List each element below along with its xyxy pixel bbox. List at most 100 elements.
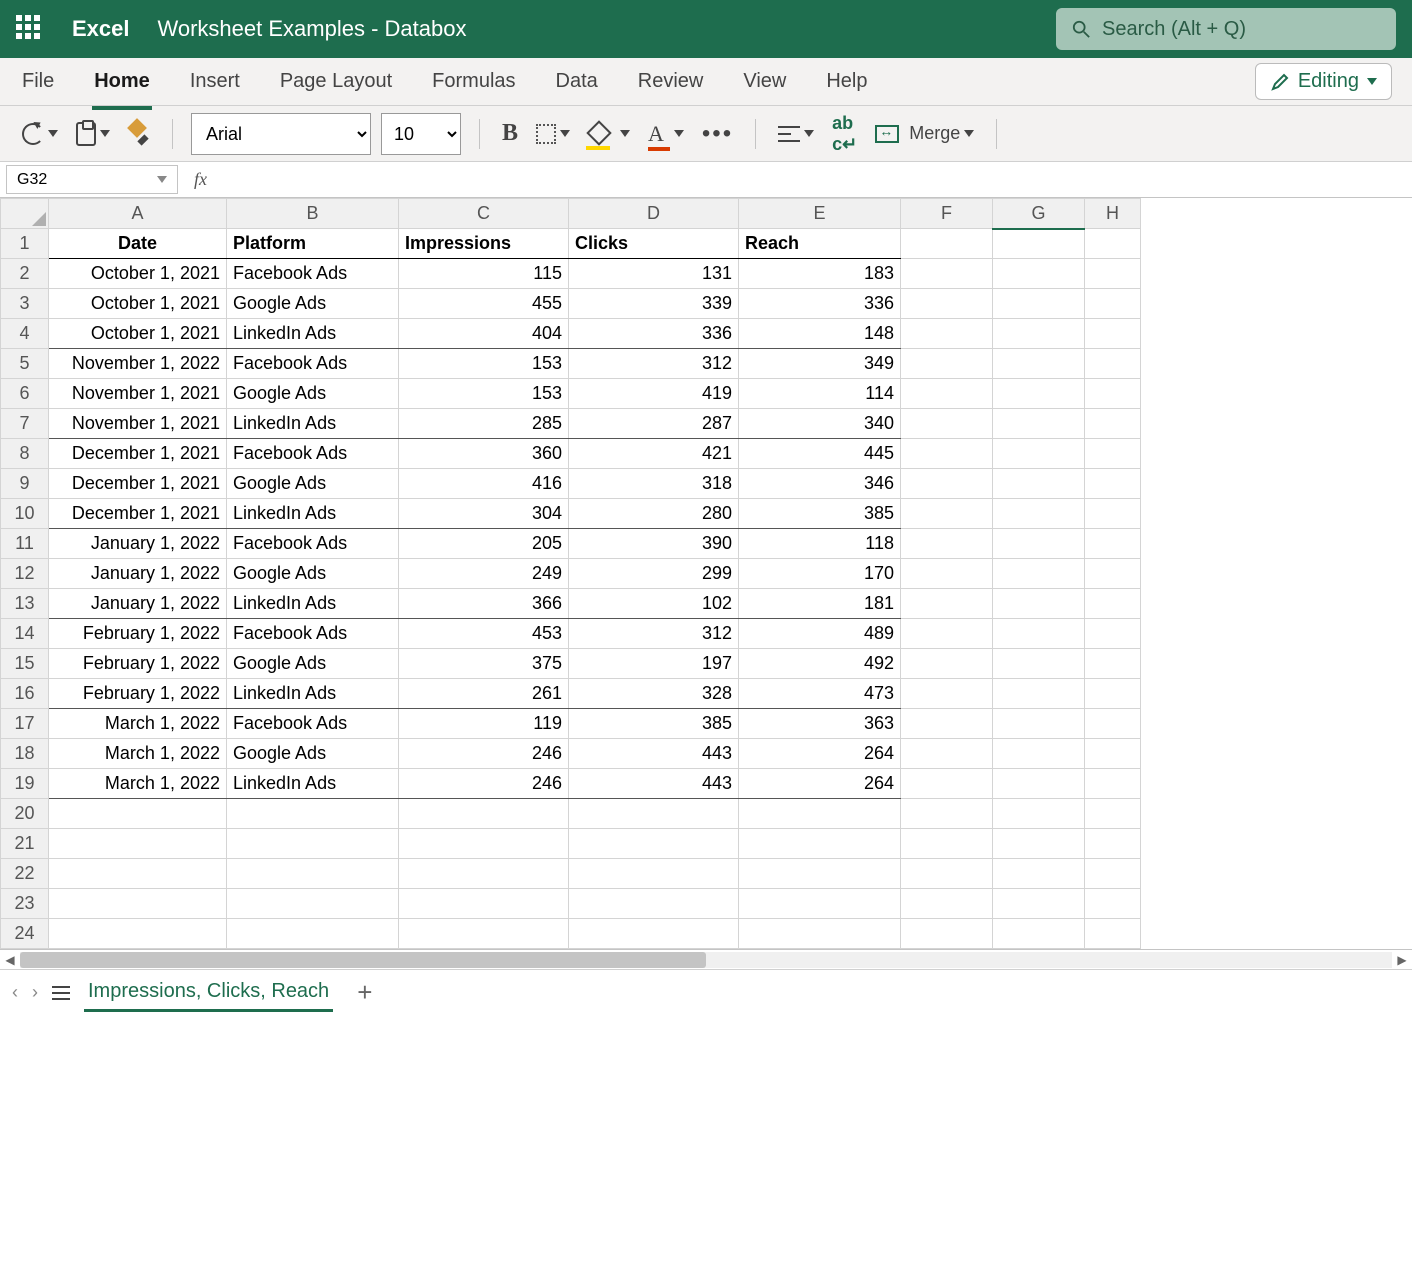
cell-empty[interactable]: [993, 769, 1085, 799]
search-box[interactable]: [1056, 8, 1396, 50]
cell[interactable]: 421: [569, 439, 739, 469]
tab-formulas[interactable]: Formulas: [430, 62, 517, 101]
cell[interactable]: 115: [399, 259, 569, 289]
cell[interactable]: December 1, 2021: [49, 469, 227, 499]
cell[interactable]: 419: [569, 379, 739, 409]
cell-empty[interactable]: [993, 259, 1085, 289]
cell-empty[interactable]: [993, 289, 1085, 319]
cell-empty[interactable]: [901, 529, 993, 559]
cell-empty[interactable]: [1085, 919, 1141, 949]
cell[interactable]: October 1, 2021: [49, 259, 227, 289]
cell-empty[interactable]: [901, 829, 993, 859]
cell[interactable]: March 1, 2022: [49, 739, 227, 769]
cell-empty[interactable]: [901, 619, 993, 649]
cell-empty[interactable]: [227, 829, 399, 859]
cell-empty[interactable]: [993, 319, 1085, 349]
cell[interactable]: January 1, 2022: [49, 559, 227, 589]
col-header-F[interactable]: F: [901, 199, 993, 229]
col-header-G[interactable]: G: [993, 199, 1085, 229]
cell-empty[interactable]: [1085, 559, 1141, 589]
cell-empty[interactable]: [993, 559, 1085, 589]
cell[interactable]: 285: [399, 409, 569, 439]
cell-empty[interactable]: [1085, 289, 1141, 319]
tab-review[interactable]: Review: [636, 62, 706, 101]
cell[interactable]: 181: [739, 589, 901, 619]
row-header[interactable]: 22: [1, 859, 49, 889]
cell-empty[interactable]: [993, 829, 1085, 859]
cell-empty[interactable]: [993, 229, 1085, 259]
cell-empty[interactable]: [1085, 709, 1141, 739]
cell[interactable]: Facebook Ads: [227, 619, 399, 649]
cell[interactable]: 363: [739, 709, 901, 739]
row-header[interactable]: 24: [1, 919, 49, 949]
cell[interactable]: 114: [739, 379, 901, 409]
cell[interactable]: 264: [739, 769, 901, 799]
cell[interactable]: 349: [739, 349, 901, 379]
cell-empty[interactable]: [569, 859, 739, 889]
scroll-left-arrow[interactable]: ◀: [0, 953, 20, 967]
col-header-H[interactable]: H: [1085, 199, 1141, 229]
cell[interactable]: Google Ads: [227, 739, 399, 769]
row-header[interactable]: 23: [1, 889, 49, 919]
cell-empty[interactable]: [227, 859, 399, 889]
cell[interactable]: 299: [569, 559, 739, 589]
cell-empty[interactable]: [901, 259, 993, 289]
row-header[interactable]: 3: [1, 289, 49, 319]
cell-empty[interactable]: [1085, 739, 1141, 769]
cell-empty[interactable]: [1085, 259, 1141, 289]
cell-empty[interactable]: [1085, 409, 1141, 439]
cell[interactable]: 280: [569, 499, 739, 529]
cell[interactable]: Facebook Ads: [227, 709, 399, 739]
row-header[interactable]: 2: [1, 259, 49, 289]
col-header-A[interactable]: A: [49, 199, 227, 229]
row-header[interactable]: 10: [1, 499, 49, 529]
cell[interactable]: 183: [739, 259, 901, 289]
cell-empty[interactable]: [993, 649, 1085, 679]
cell[interactable]: March 1, 2022: [49, 769, 227, 799]
cell[interactable]: 453: [399, 619, 569, 649]
cell[interactable]: 404: [399, 319, 569, 349]
cell[interactable]: 375: [399, 649, 569, 679]
name-box[interactable]: G32: [6, 165, 178, 194]
cell-empty[interactable]: [993, 919, 1085, 949]
cell-empty[interactable]: [227, 799, 399, 829]
row-header[interactable]: 12: [1, 559, 49, 589]
cell[interactable]: 366: [399, 589, 569, 619]
cell[interactable]: 340: [739, 409, 901, 439]
cell[interactable]: November 1, 2022: [49, 349, 227, 379]
cell-empty[interactable]: [1085, 379, 1141, 409]
cell-empty[interactable]: [993, 439, 1085, 469]
cell-empty[interactable]: [993, 589, 1085, 619]
cell-empty[interactable]: [993, 619, 1085, 649]
cell[interactable]: 390: [569, 529, 739, 559]
row-header[interactable]: 15: [1, 649, 49, 679]
cell[interactable]: Facebook Ads: [227, 259, 399, 289]
row-header[interactable]: 1: [1, 229, 49, 259]
cell[interactable]: 312: [569, 349, 739, 379]
cell[interactable]: 304: [399, 499, 569, 529]
cell[interactable]: LinkedIn Ads: [227, 679, 399, 709]
cell[interactable]: 312: [569, 619, 739, 649]
row-header[interactable]: 16: [1, 679, 49, 709]
cell-empty[interactable]: [1085, 889, 1141, 919]
cell[interactable]: October 1, 2021: [49, 289, 227, 319]
editing-mode-button[interactable]: Editing: [1255, 63, 1392, 100]
cell[interactable]: 445: [739, 439, 901, 469]
cell[interactable]: February 1, 2022: [49, 679, 227, 709]
cell-empty[interactable]: [901, 889, 993, 919]
cell[interactable]: 153: [399, 379, 569, 409]
cell[interactable]: 118: [739, 529, 901, 559]
select-all-corner[interactable]: [1, 199, 49, 229]
horizontal-scrollbar[interactable]: ◀ ▶: [0, 949, 1412, 969]
cell-empty[interactable]: [1085, 469, 1141, 499]
row-header[interactable]: 20: [1, 799, 49, 829]
cell-empty[interactable]: [739, 889, 901, 919]
cell-empty[interactable]: [993, 529, 1085, 559]
cell-empty[interactable]: [993, 409, 1085, 439]
cell[interactable]: February 1, 2022: [49, 649, 227, 679]
cell[interactable]: 336: [569, 319, 739, 349]
cell[interactable]: 492: [739, 649, 901, 679]
row-header[interactable]: 17: [1, 709, 49, 739]
cell-empty[interactable]: [49, 919, 227, 949]
app-launcher-icon[interactable]: [16, 15, 44, 43]
